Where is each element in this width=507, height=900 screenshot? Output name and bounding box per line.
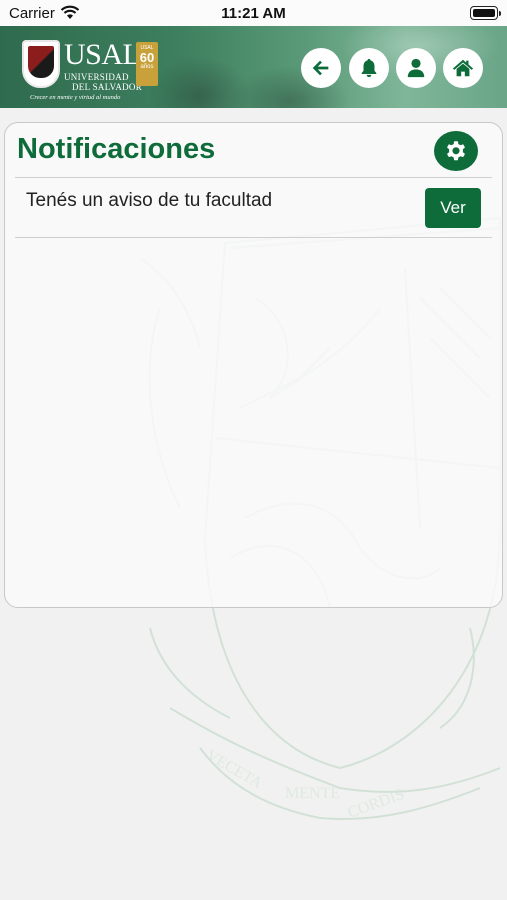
svg-text:CORDIS: CORDIS — [346, 786, 407, 822]
logo-tagline: Crecer en mente y virtud al mundo — [30, 94, 121, 101]
notification-text: Tenés un aviso de tu facultad — [26, 190, 273, 211]
profile-button[interactable] — [396, 48, 436, 88]
usal-logo: USAL UNIVERSIDAD DEL SALVADOR Crecer en … — [22, 38, 162, 102]
home-icon — [452, 59, 474, 77]
status-time: 11:21 AM — [221, 5, 286, 22]
logo-name: USAL — [64, 38, 141, 71]
anniversary-badge: USAL 60 años — [136, 42, 158, 86]
divider — [15, 177, 492, 178]
notifications-card: Notificaciones Tenés un aviso de tu facu… — [4, 122, 503, 608]
bell-icon — [361, 58, 377, 78]
user-icon — [407, 58, 425, 78]
gear-icon — [447, 141, 465, 161]
home-button[interactable] — [443, 48, 483, 88]
logo-line1: UNIVERSIDAD — [64, 72, 129, 82]
battery-icon — [470, 6, 501, 20]
crest-icon — [22, 40, 60, 88]
logo-line2: DEL SALVADOR — [72, 82, 143, 92]
divider — [15, 237, 492, 238]
status-bar: Carrier 11:21 AM — [0, 0, 507, 26]
back-button[interactable] — [301, 48, 341, 88]
page-title: Notificaciones — [17, 133, 216, 165]
svg-text:VECETA: VECETA — [203, 747, 265, 793]
badge-number: 60 — [139, 50, 155, 65]
app-header: USAL UNIVERSIDAD DEL SALVADOR Crecer en … — [0, 26, 507, 108]
settings-button[interactable] — [434, 131, 478, 171]
view-notification-button[interactable]: Ver — [425, 188, 481, 228]
back-arrow-icon — [312, 60, 329, 76]
notifications-button[interactable] — [349, 48, 389, 88]
svg-text:MENTE: MENTE — [285, 785, 340, 802]
